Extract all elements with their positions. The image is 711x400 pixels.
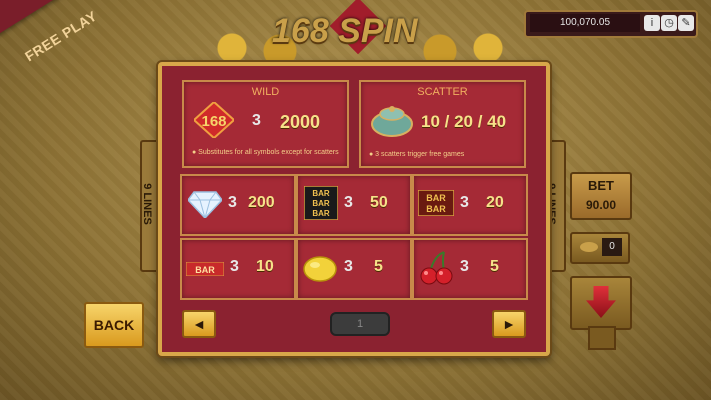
scatter-pot-icon: [371, 106, 413, 137]
double-bar-payout: 20: [486, 194, 504, 211]
win-box: 0: [570, 232, 630, 264]
diamond-cell: 3 200: [180, 174, 296, 236]
game-logo: 168 SPIN: [200, 0, 520, 60]
lines-label-left: 9 LINES: [140, 183, 153, 225]
page-indicator: 1: [330, 312, 390, 336]
triple-bar-payout: 50: [370, 194, 388, 211]
logo-text: 168 SPIN: [272, 12, 418, 50]
spin-button-base: [588, 326, 616, 350]
bet-box[interactable]: BET 90.00: [570, 172, 632, 220]
diamond-payout: 200: [248, 194, 275, 211]
svg-text:BAR: BAR: [426, 204, 446, 214]
lemon-icon: [303, 256, 337, 282]
svg-text:BAR: BAR: [312, 189, 330, 198]
wild-title: WILD: [251, 86, 280, 98]
double-bar-cell: BAR BAR 3 20: [412, 174, 528, 236]
win-value: 0: [602, 238, 622, 256]
svg-text:BAR: BAR: [195, 265, 215, 275]
down-arrow-icon: [586, 286, 616, 318]
triple-bar-cell: BAR BAR BAR 3 50: [296, 174, 412, 236]
bet-value: 90.00: [585, 198, 617, 212]
single-bar-count: 3: [230, 258, 239, 275]
bet-label: BET: [588, 178, 614, 193]
settings-icon[interactable]: ✎: [678, 15, 694, 31]
paytable-panel: WILD 168 3 2000 ● Substitutes for all sy…: [158, 62, 550, 356]
scatter-cell: SCATTER 10 / 20 / 40 ● 3 scatters trigge…: [359, 80, 526, 168]
credit-balance: 100,070.05: [530, 14, 640, 32]
single-bar-payout: 10: [256, 258, 274, 275]
diamond-count: 3: [228, 194, 237, 211]
info-icon[interactable]: i: [644, 15, 660, 31]
wild-168-icon: 168: [194, 102, 234, 138]
credit-bar: 100,070.05 i ◷ ✎: [524, 10, 698, 38]
double-bar-icon: BAR BAR: [418, 190, 454, 216]
lemon-cell: 3 5: [296, 238, 412, 300]
lemon-payout: 5: [374, 258, 383, 275]
wild-note: ● Substitutes for all symbols except for…: [192, 149, 339, 156]
history-icon[interactable]: ◷: [661, 15, 677, 31]
coin-icon: [580, 242, 598, 252]
back-button[interactable]: BACK: [84, 302, 144, 348]
triple-bar-icon: BAR BAR BAR: [304, 186, 338, 220]
free-play-label: FREE PLAY: [21, 7, 100, 65]
svg-text:BAR: BAR: [426, 193, 446, 203]
prev-page-button[interactable]: ◄: [182, 310, 216, 338]
next-page-button[interactable]: ►: [492, 310, 526, 338]
svg-text:BAR: BAR: [312, 199, 330, 208]
cherry-cell: 3 5: [412, 238, 528, 300]
single-bar-icon: BAR: [186, 262, 224, 276]
wild-count: 3: [252, 112, 261, 129]
cherry-count: 3: [460, 258, 469, 275]
scatter-payout: 10 / 20 / 40: [421, 112, 507, 131]
single-bar-cell: BAR 3 10: [180, 238, 296, 300]
wild-payout: 2000: [280, 112, 321, 132]
scatter-note: ● 3 scatters trigger free games: [369, 151, 465, 158]
triple-bar-count: 3: [344, 194, 353, 211]
cherry-payout: 5: [490, 258, 499, 275]
svg-text:BAR: BAR: [312, 209, 330, 218]
wild-cell: WILD 168 3 2000 ● Substitutes for all sy…: [182, 80, 349, 168]
scatter-title: SCATTER: [417, 86, 468, 98]
double-bar-count: 3: [460, 194, 469, 211]
wild-symbol-text: 168: [201, 113, 226, 130]
diamond-icon: [188, 191, 222, 218]
cherry-icon: [420, 251, 453, 285]
spin-button[interactable]: [570, 276, 632, 330]
lemon-count: 3: [344, 258, 353, 275]
